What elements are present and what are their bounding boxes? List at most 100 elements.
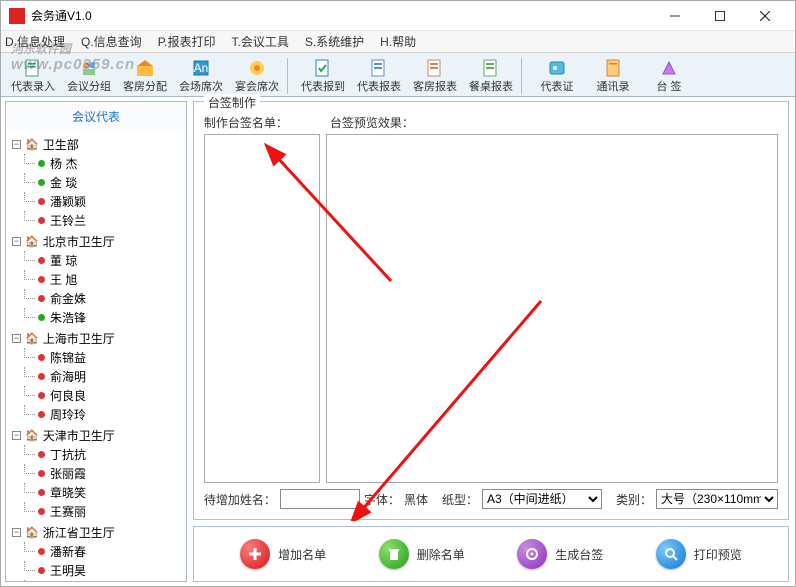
status-dot-icon: [38, 508, 45, 515]
menu-tools[interactable]: T.会议工具: [231, 33, 288, 50]
tree-item[interactable]: 杨 杰: [12, 154, 180, 173]
svg-text:An: An: [194, 61, 209, 75]
tree-item[interactable]: 陈锦益: [12, 348, 180, 367]
collapse-icon: −: [12, 140, 21, 149]
tree-item[interactable]: 何良良: [12, 386, 180, 405]
preview-label: 台签预览效果：: [330, 114, 414, 131]
member-name: 俞金姝: [50, 290, 86, 307]
toolbar: 代表录入 会议分组 客房分配 An会场席次 宴会席次 代表报到 代表报表 客房报…: [1, 53, 795, 97]
group-icon: [79, 58, 99, 78]
menu-print[interactable]: P.报表打印: [158, 33, 216, 50]
menu-data[interactable]: D.信息处理: [5, 33, 65, 50]
menu-query[interactable]: Q.信息查询: [81, 33, 142, 50]
member-name: 董 琼: [50, 252, 77, 269]
member-name: 周玲玲: [50, 406, 86, 423]
tree-item[interactable]: 董 琼: [12, 251, 180, 270]
tree-item[interactable]: 潘颖颖: [12, 192, 180, 211]
member-name: 俞海明: [50, 368, 86, 385]
member-name: 杨 杰: [50, 155, 77, 172]
member-name: 丁抗抗: [50, 446, 86, 463]
tree-item[interactable]: 盛潇君: [12, 580, 180, 581]
group-label: 卫生部: [43, 136, 79, 153]
tool-room-report[interactable]: 客房报表: [407, 56, 463, 96]
collapse-icon: −: [12, 237, 21, 246]
tool-contacts[interactable]: 通讯录: [585, 56, 641, 96]
maximize-button[interactable]: [697, 2, 742, 30]
tree-item[interactable]: 俞海明: [12, 367, 180, 386]
tree-group-head[interactable]: −🏠卫生部: [12, 135, 180, 154]
member-name: 王铃兰: [50, 212, 86, 229]
print-preview-button[interactable]: 打印预览: [656, 539, 742, 569]
tool-badge[interactable]: 代表证: [529, 56, 585, 96]
delete-name-button[interactable]: 删除名单: [379, 539, 465, 569]
status-dot-icon: [38, 295, 45, 302]
seat-icon: An: [191, 58, 211, 78]
tool-venue-seat[interactable]: An会场席次: [173, 56, 229, 96]
tree-item[interactable]: 丁抗抗: [12, 445, 180, 464]
title-bar: 会务通V1.0: [1, 1, 795, 31]
tree-item[interactable]: 王铃兰: [12, 211, 180, 230]
name-listbox[interactable]: [204, 134, 320, 483]
nameplate-groupbox: 台签制作 制作台签名单： 台签预览效果： 待增加姓名： 字体： 黑体 纸型： A…: [193, 101, 789, 520]
tool-nameplate[interactable]: 台 签: [641, 56, 697, 96]
member-name: 潘新春: [50, 543, 86, 560]
report2-icon: [425, 58, 445, 78]
member-name: 金 琰: [50, 174, 77, 191]
banquet-icon: [247, 58, 267, 78]
group-label: 北京市卫生厅: [43, 233, 115, 250]
nameplate-icon: [659, 58, 679, 78]
tree-item[interactable]: 周玲玲: [12, 405, 180, 424]
tree-item[interactable]: 俞金姝: [12, 289, 180, 308]
generate-button[interactable]: 生成台签: [517, 539, 603, 569]
tool-banquet-seat[interactable]: 宴会席次: [229, 56, 285, 96]
tool-room[interactable]: 客房分配: [117, 56, 173, 96]
status-dot-icon: [38, 257, 45, 264]
tool-rep-entry[interactable]: 代表录入: [5, 56, 61, 96]
status-dot-icon: [38, 411, 45, 418]
tool-checkin[interactable]: 代表报到: [295, 56, 351, 96]
tool-group[interactable]: 会议分组: [61, 56, 117, 96]
status-dot-icon: [38, 548, 45, 555]
member-name: 王 旭: [50, 271, 77, 288]
tree-item[interactable]: 朱浩锋: [12, 308, 180, 327]
minimize-button[interactable]: [652, 2, 697, 30]
tree-group-head[interactable]: −🏠天津市卫生厅: [12, 426, 180, 445]
tool-rep-report[interactable]: 代表报表: [351, 56, 407, 96]
status-dot-icon: [38, 179, 45, 186]
member-name: 朱浩锋: [50, 309, 86, 326]
delegate-tree[interactable]: −🏠卫生部杨 杰金 琰潘颖颖王铃兰 −🏠北京市卫生厅董 琼王 旭俞金姝朱浩锋 −🏠上…: [6, 131, 186, 581]
size-label: 类别：: [616, 491, 652, 508]
pending-name-input[interactable]: [280, 489, 360, 509]
tree-item[interactable]: 王赛丽: [12, 502, 180, 521]
window-title: 会务通V1.0: [31, 7, 652, 24]
status-dot-icon: [38, 567, 45, 574]
menu-help[interactable]: H.帮助: [380, 33, 416, 50]
tree-item[interactable]: 张丽霞: [12, 464, 180, 483]
paper-select[interactable]: A3（中间进纸）: [482, 489, 602, 509]
pending-name-label: 待增加姓名：: [204, 491, 276, 508]
status-dot-icon: [38, 470, 45, 477]
tree-item[interactable]: 章晓笑: [12, 483, 180, 502]
tree-item[interactable]: 金 琰: [12, 173, 180, 192]
tree-group-head[interactable]: −🏠北京市卫生厅: [12, 232, 180, 251]
menu-system[interactable]: S.系统维护: [305, 33, 364, 50]
tree-group-head[interactable]: −🏠浙江省卫生厅: [12, 523, 180, 542]
add-name-button[interactable]: 增加名单: [240, 539, 326, 569]
group-label: 浙江省卫生厅: [43, 524, 115, 541]
tree-group-head[interactable]: −🏠上海市卫生厅: [12, 329, 180, 348]
status-dot-icon: [38, 354, 45, 361]
app-icon: [9, 8, 25, 24]
close-button[interactable]: [742, 2, 787, 30]
size-select[interactable]: 大号（230×110mm）: [656, 489, 778, 509]
status-dot-icon: [38, 451, 45, 458]
doc-icon: [23, 58, 43, 78]
tree-item[interactable]: 王明昊: [12, 561, 180, 580]
collapse-icon: −: [12, 528, 21, 537]
trash-icon: [379, 539, 409, 569]
tree-item[interactable]: 王 旭: [12, 270, 180, 289]
tool-table-report[interactable]: 餐桌报表: [463, 56, 519, 96]
right-panel: 台签制作 制作台签名单： 台签预览效果： 待增加姓名： 字体： 黑体 纸型： A…: [187, 97, 795, 586]
tree-item[interactable]: 潘新春: [12, 542, 180, 561]
preview-area: [326, 134, 778, 483]
tree-title: 会议代表: [6, 102, 186, 131]
